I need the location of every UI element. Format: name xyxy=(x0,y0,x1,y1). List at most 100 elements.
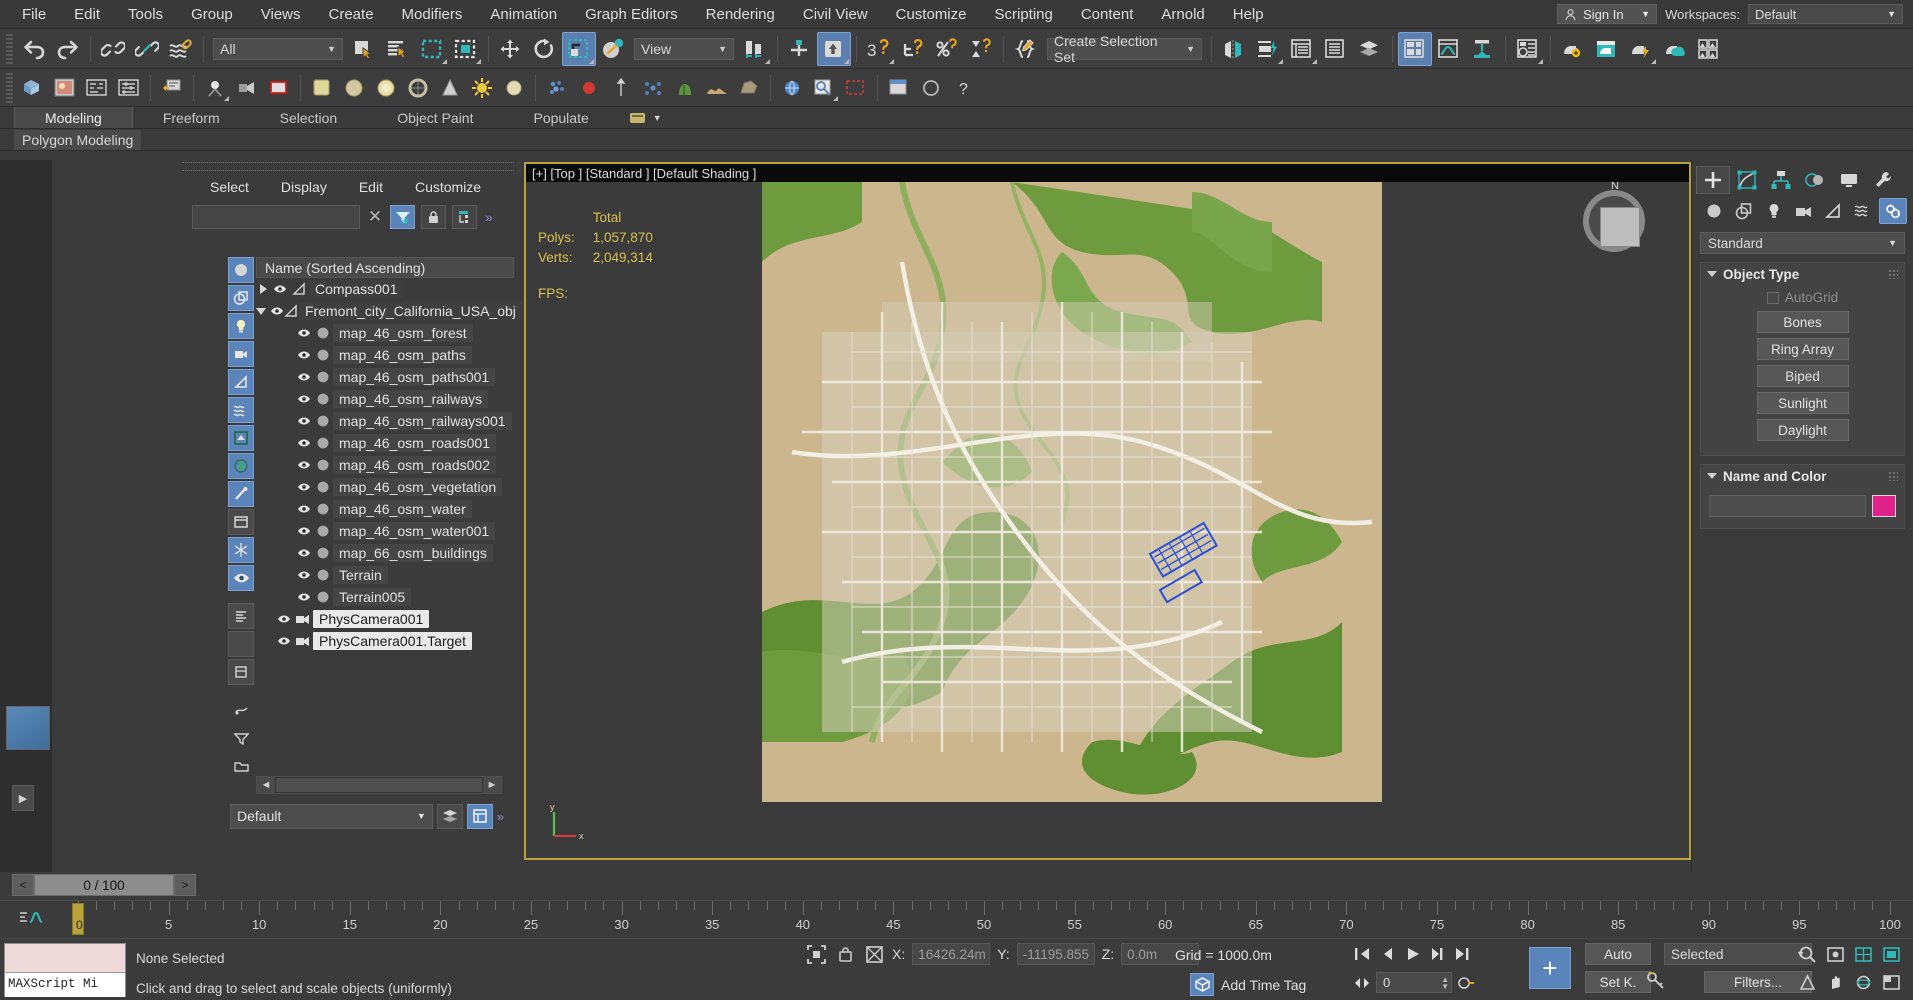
table-row[interactable]: map_46_osm_water001 xyxy=(256,520,514,542)
next-frame-button[interactable]: > xyxy=(174,874,196,896)
current-key-field[interactable]: 0 ▲▼ xyxy=(1376,972,1452,993)
toggle-lights-button[interactable] xyxy=(228,313,254,339)
expand-left-panel-button[interactable]: ▶ xyxy=(12,785,34,811)
ribbon-tab-modeling[interactable]: Modeling xyxy=(14,107,133,128)
previous-frame-button[interactable]: < xyxy=(12,874,34,896)
edit-named-selection-sets-button[interactable] xyxy=(1009,32,1043,66)
snaps-toggle-button[interactable] xyxy=(817,32,851,66)
x-coordinate-field[interactable]: 16426.24m xyxy=(912,943,990,965)
toggle-frozen-button[interactable] xyxy=(228,509,254,535)
ribbon-tab-selection[interactable]: Selection xyxy=(250,107,368,128)
pan-tool-button[interactable] xyxy=(1822,969,1848,995)
object-name-input[interactable] xyxy=(1709,495,1866,517)
table-row[interactable]: map_46_osm_roads001 xyxy=(256,432,514,454)
view-cube[interactable] xyxy=(1583,190,1645,252)
table-row[interactable]: PhysCamera001 xyxy=(256,608,514,630)
object-name[interactable]: map_46_osm_railways xyxy=(333,390,488,408)
modeling-tool-2[interactable] xyxy=(49,73,81,103)
sign-in-button[interactable]: Sign In ▼ xyxy=(1557,4,1657,24)
object-name[interactable]: Compass001 xyxy=(309,280,404,298)
eye-icon[interactable] xyxy=(295,416,313,426)
table-row[interactable]: map_46_osm_railways001 xyxy=(256,410,514,432)
asset-tracking-button[interactable] xyxy=(1692,32,1726,66)
layer-view-button[interactable] xyxy=(228,659,254,685)
daylight-button[interactable]: Daylight xyxy=(1757,419,1849,441)
toggle-shapes-button[interactable] xyxy=(228,285,254,311)
table-row[interactable]: map_46_osm_paths xyxy=(256,344,514,366)
eye-icon[interactable] xyxy=(271,284,289,294)
select-and-rotate-button[interactable] xyxy=(528,32,562,66)
set-key-button[interactable]: Set K. xyxy=(1585,971,1651,993)
light-point-button[interactable] xyxy=(466,73,498,103)
menu-item-arnold[interactable]: Arnold xyxy=(1147,3,1218,26)
select-and-manipulate-button[interactable] xyxy=(783,32,817,66)
layer-combo[interactable]: Default ▼ xyxy=(230,804,433,829)
shapes-category-button[interactable] xyxy=(1730,198,1758,224)
eye-icon[interactable] xyxy=(295,350,313,360)
toggle-particles-button[interactable] xyxy=(228,537,254,563)
manage-layers-button[interactable] xyxy=(1319,32,1353,66)
eye-icon[interactable] xyxy=(275,614,293,624)
play-button[interactable] xyxy=(1402,943,1424,965)
eye-icon[interactable] xyxy=(295,372,313,382)
biped-button[interactable]: Biped xyxy=(1757,365,1849,387)
maxscript-input-pane[interactable]: MAXScript Mi xyxy=(5,972,125,997)
use-center-flyout-button[interactable] xyxy=(738,32,772,66)
toggle-groups-button[interactable] xyxy=(228,425,254,451)
toolbar-grip[interactable] xyxy=(6,34,13,64)
autogrid-row[interactable]: AutoGrid xyxy=(1709,287,1896,311)
track-selection-group[interactable] xyxy=(18,909,50,927)
drag-handle-icon[interactable] xyxy=(1888,471,1898,481)
chevron-right-icon[interactable] xyxy=(260,284,267,294)
table-row[interactable]: map_46_osm_vegetation xyxy=(256,476,514,498)
render-region-button[interactable] xyxy=(840,73,872,103)
sort-list-button[interactable] xyxy=(228,603,254,629)
create-selection-set-combo[interactable]: Create Selection Set ▼ xyxy=(1047,38,1202,60)
standard-primitive-torus-button[interactable] xyxy=(402,73,434,103)
explorer-menu-select[interactable]: Select xyxy=(194,177,265,197)
render-production-button[interactable] xyxy=(1624,32,1658,66)
create-tab[interactable] xyxy=(1696,166,1730,194)
align-button[interactable] xyxy=(1251,32,1285,66)
maxscript-mini-listener[interactable]: MAXScript Mi xyxy=(4,943,126,997)
object-name[interactable]: map_46_osm_roads002 xyxy=(333,456,496,474)
table-row[interactable]: Terrain005 xyxy=(256,586,514,608)
space-warps-category-button[interactable] xyxy=(1849,198,1877,224)
table-row[interactable]: Terrain xyxy=(256,564,514,586)
camera-tool-button[interactable] xyxy=(231,73,263,103)
go-to-end-button[interactable] xyxy=(1452,943,1474,965)
scroll-right-arrow[interactable]: ► xyxy=(483,777,501,793)
chevron-down-icon[interactable] xyxy=(256,308,266,315)
mirror-button[interactable] xyxy=(1217,32,1251,66)
menu-item-animation[interactable]: Animation xyxy=(476,3,571,26)
bind-space-warp-button[interactable] xyxy=(164,32,198,66)
object-name[interactable]: map_46_osm_vegetation xyxy=(333,478,502,496)
explorer-horizontal-scrollbar[interactable]: ◄ ► xyxy=(256,776,502,794)
render-in-cloud-button[interactable] xyxy=(1658,32,1692,66)
eye-icon[interactable] xyxy=(295,394,313,404)
menu-item-modifiers[interactable]: Modifiers xyxy=(388,3,477,26)
list-column-header[interactable]: Name (Sorted Ascending) xyxy=(256,257,514,278)
maximize-viewport-button[interactable] xyxy=(1878,941,1904,967)
table-row[interactable]: map_46_osm_roads002 xyxy=(256,454,514,476)
render-setup-button[interactable] xyxy=(1556,32,1590,66)
toggle-scene-explorer-button[interactable] xyxy=(1285,32,1319,66)
help-circle-button[interactable] xyxy=(915,73,947,103)
named-selection-sets-combo[interactable]: All ▼ xyxy=(213,38,343,60)
select-by-name-button[interactable] xyxy=(381,32,415,66)
eye-icon[interactable] xyxy=(295,438,313,448)
blank-toggle-button[interactable] xyxy=(228,631,254,657)
chevron-right-double-icon[interactable]: » xyxy=(497,809,504,824)
selection-filter-combo[interactable]: Selected ▼ xyxy=(1664,943,1812,965)
table-row[interactable]: Fremont_city_California_USA_obj xyxy=(256,300,514,322)
helper-object-button[interactable] xyxy=(605,73,637,103)
menu-item-scripting[interactable]: Scripting xyxy=(980,3,1066,26)
layer-stack-button[interactable] xyxy=(1353,32,1387,66)
scene-explorer-grip[interactable] xyxy=(182,162,514,171)
menu-item-help[interactable]: Help xyxy=(1219,3,1278,26)
track-bar[interactable]: 5101520253035404550556065707580859095100… xyxy=(0,900,1913,938)
toggle-bones-button[interactable] xyxy=(228,481,254,507)
autogrid-checkbox[interactable] xyxy=(1767,292,1779,304)
object-name[interactable]: map_46_osm_paths xyxy=(333,346,472,364)
standard-primitive-cone-button[interactable] xyxy=(434,73,466,103)
